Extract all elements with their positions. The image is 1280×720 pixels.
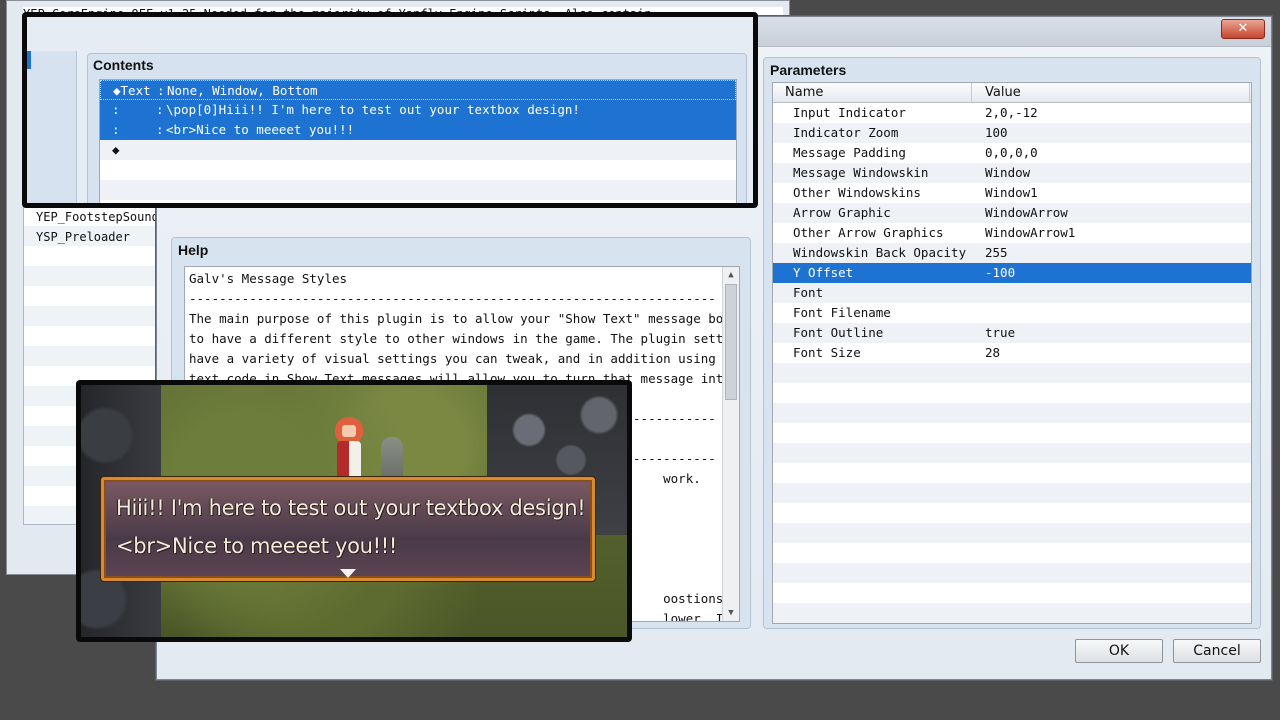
parameters-header: Name Value: [773, 83, 1251, 103]
command-label: :: [112, 122, 120, 137]
character-face: [342, 425, 356, 437]
continue-arrow-icon: [340, 569, 356, 578]
parameter-name: Font Outline: [793, 325, 884, 340]
parameter-value: 100: [985, 125, 1008, 140]
command-label: :: [112, 102, 120, 117]
parameter-name: Font Size: [793, 345, 861, 360]
parameter-row[interactable]: Font Filename: [773, 303, 1251, 323]
parameter-row[interactable]: Other Arrow Graphics WindowArrow1: [773, 223, 1251, 243]
command-label: ◆Text: [113, 83, 151, 98]
game-preview-callout: Hiii!! I'm here to test out your textbox…: [76, 380, 632, 642]
parameter-value: 2,0,-12: [985, 105, 1038, 120]
parameter-name: Y Offset: [793, 265, 854, 280]
parameter-row[interactable]: Input Indicator 2,0,-12: [773, 103, 1251, 123]
left-panel-edge: [27, 51, 77, 203]
selection-strip: [27, 51, 31, 69]
help-scrollbar[interactable]: ▲ ▼: [722, 267, 739, 621]
help-title: Help: [178, 242, 209, 258]
ok-button[interactable]: OK: [1075, 639, 1163, 663]
scroll-up-arrow-icon[interactable]: ▲: [723, 267, 739, 283]
parameter-row[interactable]: Y Offset -100: [773, 263, 1251, 283]
close-button[interactable]: ✕: [1221, 19, 1265, 39]
parameter-value: WindowArrow1: [985, 225, 1076, 240]
event-command-row[interactable]: : : \pop[0]Hiii!! I'm here to test out y…: [100, 100, 736, 120]
plugin-list-item[interactable]: YSP_Preloader: [36, 230, 130, 244]
contents-callout: Contents ◆Text : None, Window, Bottom : …: [22, 12, 758, 208]
game-scene: Hiii!! I'm here to test out your textbox…: [81, 385, 627, 637]
column-header-name[interactable]: Name: [785, 85, 823, 100]
scroll-down-arrow-icon[interactable]: ▼: [723, 605, 739, 621]
column-divider: [1249, 83, 1250, 103]
command-separator: :: [156, 122, 164, 137]
parameter-name: Font: [793, 285, 824, 300]
command-separator: :: [156, 102, 164, 117]
message-line: Hiii!! I'm here to test out your textbox…: [116, 496, 586, 520]
command-text: \pop[0]Hiii!! I'm here to test out your …: [166, 102, 580, 117]
parameter-row[interactable]: Font Size 28: [773, 343, 1251, 363]
parameter-row[interactable]: Windowskin Back Opacity 255: [773, 243, 1251, 263]
parameter-row[interactable]: Font: [773, 283, 1251, 303]
parameter-row[interactable]: Message Padding 0,0,0,0: [773, 143, 1251, 163]
character-sprite: [331, 417, 367, 479]
parameter-value: Window1: [985, 185, 1038, 200]
parameter-row[interactable]: Font Outline true: [773, 323, 1251, 343]
parameter-row[interactable]: Arrow Graphic WindowArrow: [773, 203, 1251, 223]
message-line: <br>Nice to meeeet you!!!: [116, 534, 397, 558]
command-separator: :: [157, 83, 165, 98]
parameter-name: Font Filename: [793, 305, 891, 320]
cancel-button[interactable]: Cancel: [1173, 639, 1261, 663]
parameter-row[interactable]: Message Windowskin Window: [773, 163, 1251, 183]
parameter-name: Other Arrow Graphics: [793, 225, 944, 240]
parameter-value: -100: [985, 265, 1016, 280]
command-text: <br>Nice to meeeet you!!!: [166, 122, 355, 137]
scrollbar-thumb[interactable]: [725, 284, 737, 400]
parameter-name: Other Windowskins: [793, 185, 921, 200]
parameter-name: Arrow Graphic: [793, 205, 891, 220]
parameters-table: Name Value Input Indicator 2,0,-12 Indicat…: [772, 82, 1252, 624]
event-command-row[interactable]: ◆: [100, 140, 736, 160]
parameter-name: Message Padding: [793, 145, 906, 160]
event-command-row[interactable]: : : <br>Nice to meeeet you!!!: [100, 120, 736, 140]
parameter-row[interactable]: Indicator Zoom 100: [773, 123, 1251, 143]
parameter-name: Indicator Zoom: [793, 125, 899, 140]
parameter-name: Message Windowskin: [793, 165, 929, 180]
command-text: None, Window, Bottom: [167, 83, 318, 98]
parameter-name: Input Indicator: [793, 105, 906, 120]
parameter-value: 255: [985, 245, 1008, 260]
event-command-row[interactable]: ◆Text : None, Window, Bottom: [100, 80, 736, 100]
plugin-list-item[interactable]: YEP_FootstepSounds: [36, 210, 166, 224]
parameter-value: WindowArrow: [985, 205, 1068, 220]
parameters-title: Parameters: [770, 62, 847, 78]
parameters-group: Parameters Name Value Input Indicator 2,0…: [763, 57, 1261, 629]
parameter-name: Windowskin Back Opacity: [793, 245, 967, 260]
event-contents-list: ◆Text : None, Window, Bottom : : \pop[0]…: [99, 79, 737, 203]
parameter-value: Window: [985, 165, 1031, 180]
parameter-value: true: [985, 325, 1016, 340]
contents-title: Contents: [93, 57, 154, 73]
message-window: Hiii!! I'm here to test out your textbox…: [101, 477, 595, 581]
parameter-value: 28: [985, 345, 1001, 360]
parameter-value: 0,0,0,0: [985, 145, 1038, 160]
parameter-row[interactable]: Other Windowskins Window1: [773, 183, 1251, 203]
column-divider: [971, 83, 972, 103]
command-label: ◆: [112, 142, 120, 157]
column-header-value[interactable]: Value: [985, 85, 1021, 100]
character-dress: [337, 441, 361, 479]
